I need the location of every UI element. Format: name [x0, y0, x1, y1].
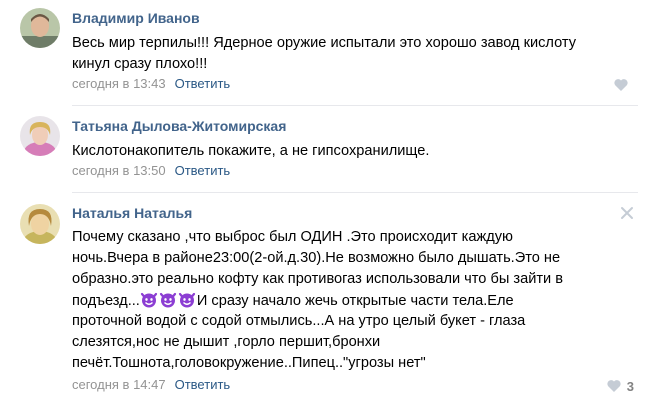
avatar[interactable]: [20, 204, 60, 244]
comment-text-line: кинул сразу плохо!!!: [72, 56, 208, 72]
comment-text-fragment: подъезд...: [72, 293, 140, 309]
like-count: 3: [626, 378, 634, 394]
comment-text-line: Кислотонакопитель покажите, а не гипсохр…: [72, 143, 430, 159]
smiling-imp-emoji: [178, 292, 195, 308]
comment-time[interactable]: сегодня в 14:47: [72, 377, 166, 392]
comment-meta: сегодня в 14:47 Ответить: [72, 377, 230, 392]
reply-button[interactable]: Ответить: [175, 76, 231, 91]
divider: [72, 192, 638, 193]
comment-text-line-with-emoji: подъезд... И сразу начало жечь открытые ч…: [72, 290, 514, 312]
emoji-group: [140, 292, 197, 309]
comment-text-line: слезятся,нос не дышит ,горло першит,брон…: [72, 334, 381, 350]
heart-icon: [614, 79, 628, 91]
comment-text-line: ночь.Вчера в районе23:00(2-ой.д.30).Не в…: [72, 250, 561, 266]
reply-button[interactable]: Ответить: [175, 377, 231, 392]
comment-author[interactable]: Владимир Иванов: [72, 10, 200, 26]
like-button[interactable]: [614, 77, 634, 93]
comment-text-line: печёт.Тошнота,головокружение..Пипец.."уг…: [72, 355, 426, 371]
divider: [72, 105, 638, 106]
smiling-imp-emoji: [159, 292, 176, 308]
close-icon[interactable]: [620, 206, 634, 220]
heart-icon: [607, 380, 621, 392]
comment-text-line: образно.это реально кофту как противогаз…: [72, 271, 563, 287]
avatar[interactable]: [20, 116, 60, 156]
comment-text-line: Весь мир терпилы!!! Ядерное оружие испыт…: [72, 35, 577, 51]
comment-time[interactable]: сегодня в 13:43: [72, 76, 166, 91]
like-button[interactable]: 3: [607, 378, 634, 394]
comment-meta: сегодня в 13:43 Ответить: [72, 76, 230, 91]
comment-author[interactable]: Наталья Наталья: [72, 205, 192, 221]
comment-author[interactable]: Татьяна Дылова-Житомирская: [72, 118, 286, 134]
comment-text-line: проточной водой с содой отмылись...А на …: [72, 313, 526, 329]
comment-time[interactable]: сегодня в 13:50: [72, 163, 166, 178]
comment-text-line: Почему сказано ,что выброс был ОДИН .Это…: [72, 229, 513, 245]
reply-button[interactable]: Ответить: [175, 163, 231, 178]
avatar[interactable]: [20, 8, 60, 48]
comment-meta: сегодня в 13:50 Ответить: [72, 163, 230, 178]
comment-text-fragment: И сразу начало жечь открытые части тела.…: [196, 293, 514, 309]
smiling-imp-emoji: [140, 292, 157, 308]
